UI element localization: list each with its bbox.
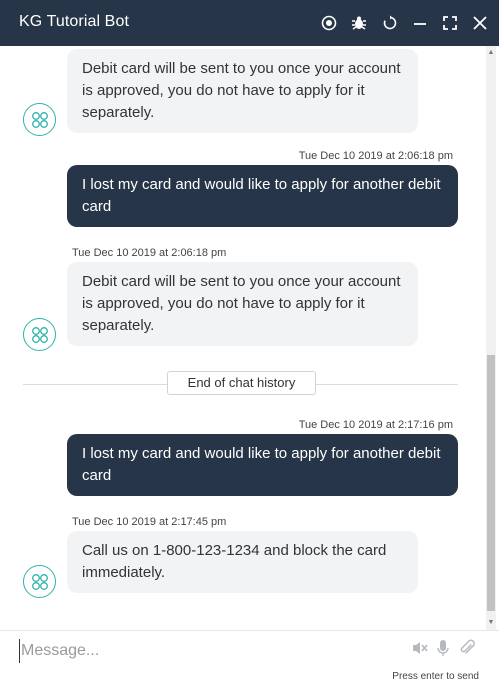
close-icon[interactable] — [469, 12, 491, 34]
message-text: Call us on 1-800-123-1234 and block the … — [82, 542, 387, 581]
scrollbar-thumb[interactable] — [487, 355, 495, 611]
message-text: I lost my card and would like to apply f… — [82, 445, 441, 484]
bot-avatar — [23, 565, 56, 598]
user-message: I lost my card and would like to apply f… — [67, 434, 458, 496]
bot-logo-icon — [31, 111, 48, 128]
speaker-muted-icon[interactable] — [410, 638, 430, 658]
message-timestamp: Tue Dec 10 2019 at 2:17:45 pm — [72, 516, 227, 528]
refresh-icon[interactable] — [379, 12, 401, 34]
attachment-icon[interactable] — [457, 638, 477, 658]
composer: Press enter to send — [0, 630, 499, 699]
bot-message: Debit card will be sent to you once your… — [67, 262, 418, 346]
record-icon[interactable] — [318, 12, 340, 34]
bot-logo-icon — [31, 326, 48, 343]
chat-scrollbar[interactable]: ▲ ▼ — [486, 46, 496, 630]
divider-line — [23, 384, 167, 385]
message-timestamp: Tue Dec 10 2019 at 2:06:18 pm — [298, 150, 453, 162]
message-text: I lost my card and would like to apply f… — [82, 176, 441, 215]
scroll-up-icon[interactable]: ▲ — [487, 48, 495, 58]
bot-title: KG Tutorial Bot — [19, 13, 129, 30]
bug-icon[interactable] — [348, 12, 370, 34]
bot-message: Call us on 1-800-123-1234 and block the … — [67, 531, 418, 593]
bot-avatar — [23, 103, 56, 136]
minimize-icon[interactable] — [409, 12, 431, 34]
divider-line — [316, 384, 458, 385]
user-message: I lost my card and would like to apply f… — [67, 165, 458, 227]
message-text: Debit card will be sent to you once your… — [82, 273, 401, 334]
bot-message: Debit card will be sent to you once your… — [67, 49, 418, 133]
scroll-down-icon[interactable]: ▼ — [487, 618, 495, 628]
microphone-icon[interactable] — [433, 638, 453, 658]
message-timestamp: Tue Dec 10 2019 at 2:17:16 pm — [298, 419, 453, 431]
message-input[interactable] — [19, 639, 399, 663]
chat-history[interactable]: Debit card will be sent to you once your… — [0, 46, 499, 630]
end-of-history-label: End of chat history — [167, 371, 316, 395]
send-hint: Press enter to send — [392, 671, 479, 682]
chat-header: KG Tutorial Bot — [0, 0, 499, 46]
message-timestamp: Tue Dec 10 2019 at 2:06:18 pm — [72, 247, 227, 259]
message-text: Debit card will be sent to you once your… — [82, 60, 401, 121]
bot-avatar — [23, 318, 56, 351]
expand-icon[interactable] — [439, 12, 461, 34]
bot-logo-icon — [31, 573, 48, 590]
